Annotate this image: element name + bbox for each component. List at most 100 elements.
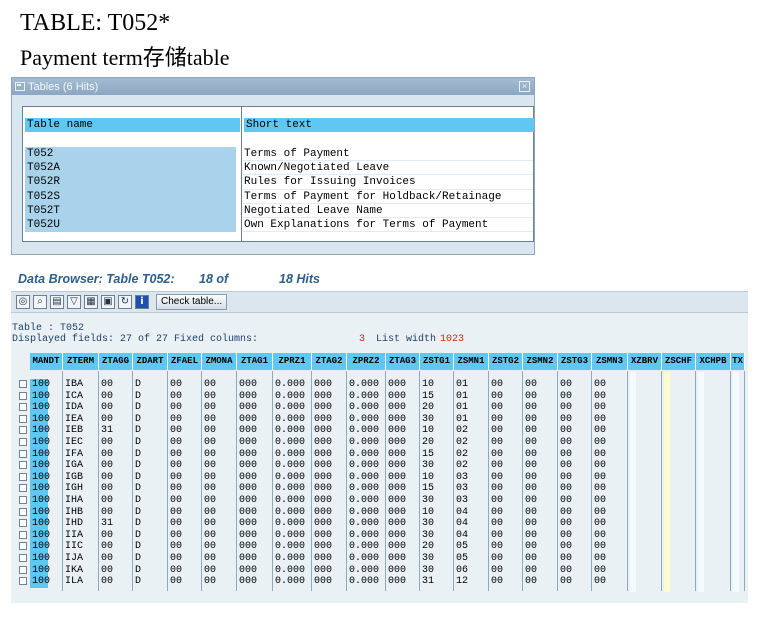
row-select-checkbox[interactable] — [19, 542, 27, 551]
column-header-ztagg[interactable]: ZTAGG — [99, 353, 133, 370]
column-header-mandt[interactable]: MANDT — [30, 353, 63, 370]
column-header-zschf[interactable]: ZSCHF — [662, 353, 696, 370]
refresh-icon[interactable]: ↻ — [118, 295, 132, 309]
row-select-checkbox[interactable] — [19, 426, 27, 435]
column-header-zterm[interactable]: ZTERM — [63, 353, 99, 370]
row-select-checkbox[interactable] — [19, 380, 27, 388]
table-row[interactable]: 100 IGA 00 D 00 00 000 0.000 000 0.000 000 30 02 00 00… — [19, 460, 748, 472]
table-row[interactable]: 100 IKA 00 D 00 00 000 0.000 000 0.000 000 30 06 00 00… — [19, 564, 748, 577]
glasses-icon[interactable]: ◎ — [16, 295, 30, 309]
cell-ztag1: 000 — [239, 390, 258, 402]
table-row[interactable]: 100 ILA 00 D 00 00 000 0.000 000 0.000 000 31 12 00 00… — [19, 576, 748, 588]
row-select-checkbox[interactable] — [19, 554, 27, 562]
table-row[interactable]: 100 IEB 31 D 00 00 000 0.000 000 0.000 000 10 02 00 00… — [19, 425, 748, 437]
row-select-checkbox[interactable] — [19, 507, 27, 516]
row-select-checkbox[interactable] — [19, 577, 27, 586]
cell-zstg1: 30 — [422, 413, 435, 425]
row-select-checkbox[interactable] — [19, 391, 27, 400]
column-header-ztag3[interactable]: ZTAG3 — [386, 353, 420, 370]
row-select-checkbox[interactable] — [19, 484, 27, 493]
table-row[interactable]: T052 Terms of Payment — [25, 147, 533, 162]
column-header-zprz1[interactable]: ZPRZ1 — [273, 353, 312, 370]
magnify-icon[interactable]: ⌕ — [33, 295, 47, 309]
column-header-zstg2[interactable]: ZSTG2 — [489, 353, 523, 370]
column-header-zstg1[interactable]: ZSTG1 — [420, 353, 454, 370]
cell-ztag3: 000 — [388, 518, 407, 530]
row-select-checkbox[interactable] — [19, 403, 27, 412]
table-name-cell[interactable]: T052 — [25, 147, 236, 162]
column-header-zprz2[interactable]: ZPRZ2 — [347, 353, 386, 370]
cell-ztag2: 000 — [314, 448, 333, 460]
cell-ztag3: 000 — [388, 564, 407, 576]
table-row[interactable]: 100 IFA 00 D 00 00 000 0.000 000 0.000 000 15 02 00 00… — [19, 448, 748, 461]
column-header-xzbrv[interactable]: XZBRV — [628, 353, 662, 370]
column-header-zsmn2[interactable]: ZSMN2 — [523, 353, 558, 370]
cell-zprz1: 0.000 — [275, 448, 306, 460]
filter-icon[interactable]: ▽ — [67, 295, 81, 309]
cell-zsmn2: 00 — [525, 379, 538, 390]
column-header-zmona[interactable]: ZMONA — [202, 353, 237, 370]
row-select-checkbox[interactable] — [19, 496, 27, 504]
column-header-tx[interactable]: TX — [731, 353, 745, 370]
table-row[interactable]: 100 ICA 00 D 00 00 000 0.000 000 0.000 000 15 01 00 00… — [19, 390, 748, 403]
cell-zstg3: 00 — [560, 448, 573, 460]
column-header-zdart[interactable]: ZDART — [133, 353, 168, 370]
info-icon[interactable]: i — [135, 295, 149, 309]
row-select-checkbox[interactable] — [19, 472, 27, 481]
cell-zsmn2: 00 — [525, 413, 538, 425]
table-name-cell[interactable]: T052R — [25, 175, 236, 190]
row-select-checkbox[interactable] — [19, 449, 27, 458]
column-header-zstg3[interactable]: ZSTG3 — [558, 353, 592, 370]
column-header-zfael[interactable]: ZFAEL — [168, 353, 202, 370]
table-row[interactable]: 100 IHD 31 D 00 00 000 0.000 000 0.000 000 30 04 00 00… — [19, 518, 748, 530]
column-header-zsmn3[interactable]: ZSMN3 — [592, 353, 628, 370]
cell-mandt: 100 — [30, 506, 51, 519]
table-row[interactable]: 100 IGB 00 D 00 00 000 0.000 000 0.000 000 10 03 00 00… — [19, 471, 748, 484]
cell-zfael: 00 — [170, 576, 183, 588]
row-select-checkbox[interactable] — [19, 530, 27, 539]
layout-icon[interactable]: ▣ — [101, 295, 115, 309]
cell-zdart: D — [135, 483, 142, 495]
close-icon[interactable]: × — [519, 81, 530, 92]
row-select-checkbox[interactable] — [19, 565, 27, 574]
table-name-cell[interactable]: T052A — [25, 161, 236, 176]
column-header-zsmn1[interactable]: ZSMN1 — [454, 353, 489, 370]
check-table-button[interactable]: Check table... — [156, 294, 228, 310]
column-header-ztag2[interactable]: ZTAG2 — [312, 353, 347, 370]
cell-zsmn3: 00 — [594, 460, 607, 472]
excel-icon[interactable]: ▦ — [84, 295, 98, 309]
table-name-cell[interactable]: T052S — [25, 189, 236, 204]
column-header-xchpb[interactable]: XCHPB — [696, 353, 731, 370]
print-icon[interactable]: ▤ — [50, 295, 64, 309]
table-row[interactable]: T052S Terms of Payment for Holdback/Retai… — [25, 189, 533, 204]
table-row[interactable]: T052R Rules for Issuing Invoices — [25, 175, 533, 190]
table-row[interactable]: 100 IHB 00 D 00 00 000 0.000 000 0.000 000 10 04 00 00… — [19, 506, 748, 519]
row-select-checkbox[interactable] — [19, 414, 27, 423]
table-row[interactable]: T052U Own Explanations for Terms of Payme… — [25, 217, 533, 233]
table-row[interactable]: 100 IBA 00 D 00 00 000 0.000 000 0.000 000 10 01 00 00… — [19, 379, 748, 391]
column-header-short-text[interactable]: Short text — [244, 118, 534, 132]
cell-zfael: 00 — [170, 518, 183, 530]
cell-zstg2: 00 — [491, 541, 504, 553]
row-select-checkbox[interactable] — [19, 438, 27, 446]
column-header-table-name[interactable]: Table name — [25, 118, 240, 132]
table-row[interactable]: T052A Known/Negotiated Leave — [25, 161, 533, 176]
cell-ztag3: 000 — [388, 529, 407, 541]
table-row[interactable]: 100 IGH 00 D 00 00 000 0.000 000 0.000 000 15 03 00 00… — [19, 483, 748, 495]
cell-zsmn1: 02 — [456, 448, 469, 460]
table-row[interactable]: T052T Negotiated Leave Name — [25, 203, 533, 218]
table-row[interactable]: 100 IJA 00 D 00 00 000 0.000 000 0.000 000 30 05 00 00… — [19, 553, 748, 565]
cell-zmona: 00 — [204, 541, 217, 553]
row-select-checkbox[interactable] — [19, 461, 27, 470]
table-name-cell[interactable]: T052T — [25, 203, 236, 218]
table-row[interactable]: 100 IEC 00 D 00 00 000 0.000 000 0.000 000 20 02 00 00… — [19, 437, 748, 449]
column-header-ztag1[interactable]: ZTAG1 — [237, 353, 273, 370]
table-row[interactable]: 100 IIA 00 D 00 00 000 0.000 000 0.000 000 30 04 00 00… — [19, 529, 748, 542]
table-row[interactable]: 100 IDA 00 D 00 00 000 0.000 000 0.000 000 20 01 00 00… — [19, 402, 748, 414]
cell-mandt: 100 — [30, 483, 51, 495]
table-name-cell[interactable]: T052U — [25, 217, 236, 233]
table-row[interactable]: 100 IHA 00 D 00 00 000 0.000 000 0.000 000 30 03 00 00… — [19, 495, 748, 507]
table-row[interactable]: 100 IIC 00 D 00 00 000 0.000 000 0.000 000 20 05 00 00… — [19, 541, 748, 553]
table-row[interactable]: 100 IEA 00 D 00 00 000 0.000 000 0.000 000 30 01 00 00… — [19, 413, 748, 426]
row-select-checkbox[interactable] — [19, 519, 27, 528]
